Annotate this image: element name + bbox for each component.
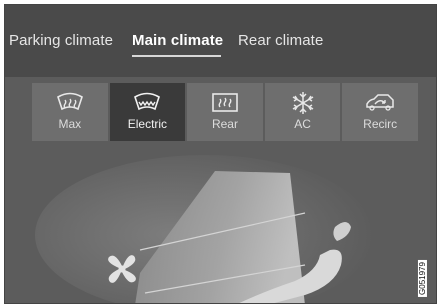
active-tab-indicator — [132, 55, 221, 57]
electric-label: Electric — [127, 117, 168, 131]
climate-screen: Parking climate Main climate Rear climat… — [4, 4, 437, 304]
ac-button[interactable]: AC — [264, 83, 341, 141]
reference-code: G051979 — [417, 259, 427, 297]
electric-heater-button[interactable]: Electric — [109, 83, 186, 141]
seat-airflow-illustration — [35, 155, 375, 303]
ac-label: AC — [294, 117, 311, 131]
tab-bar: Parking climate Main climate Rear climat… — [5, 5, 436, 77]
max-defrost-button[interactable]: Max — [32, 83, 108, 141]
recirculation-icon — [366, 94, 394, 111]
recirc-button[interactable]: Recirc — [342, 83, 418, 141]
tab-rear-climate[interactable]: Rear climate — [238, 32, 323, 49]
rear-defrost-button[interactable]: Rear — [187, 83, 263, 141]
rear-window-defrost-icon — [212, 93, 238, 112]
fan-icon — [108, 255, 136, 283]
max-label: Max — [58, 117, 82, 131]
climate-button-bar: Max Electric Rear AC Recirc — [32, 83, 418, 141]
tab-main-climate[interactable]: Main climate — [132, 32, 223, 49]
rear-label: Rear — [211, 117, 238, 131]
electric-windshield-heater-icon — [134, 92, 161, 111]
recirc-label: Recirc — [363, 117, 398, 131]
max-defrost-icon — [56, 92, 83, 111]
tab-parking-climate[interactable]: Parking climate — [9, 32, 113, 49]
ac-snowflake-icon — [292, 92, 313, 114]
